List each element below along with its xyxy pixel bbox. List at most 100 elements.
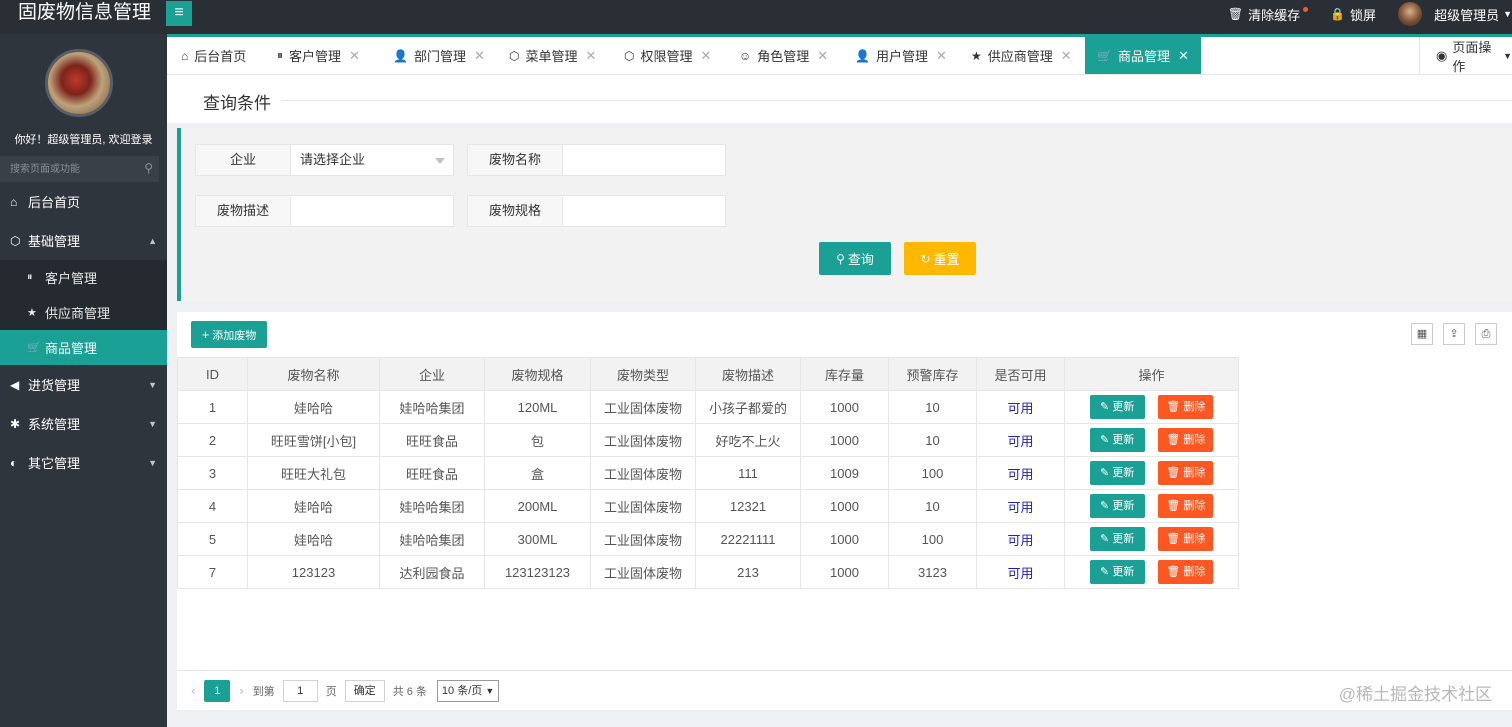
tab-permissions[interactable]: ⬡ 权限管理 ✕	[612, 37, 723, 74]
waste-desc-field: 废物描述	[195, 195, 454, 227]
company-select[interactable]: 请选择企业	[290, 144, 454, 176]
column-header[interactable]: 废物描述	[695, 357, 801, 391]
column-header[interactable]: 废物名称	[247, 357, 380, 391]
sidebar-submenu: ⏸ 客户管理 ★ 供应商管理 🛒 商品管理	[0, 260, 167, 365]
lock-screen-button[interactable]: 🔒 锁屏	[1330, 5, 1376, 24]
delete-button[interactable]: 🗑 删除	[1158, 395, 1214, 419]
waste-desc-label: 废物描述	[195, 195, 290, 227]
chevron-down-icon: ▼	[148, 418, 157, 429]
sidebar-item-suppliers[interactable]: ★ 供应商管理	[0, 295, 167, 330]
tab-roles[interactable]: ☺ 角色管理 ✕	[727, 37, 840, 74]
tab-goods[interactable]: 🛒 商品管理 ✕	[1085, 37, 1201, 74]
user-menu[interactable]: 超级管理员 ▼	[1398, 2, 1512, 26]
waste-desc-input[interactable]	[290, 195, 454, 227]
table-cell: 小孩子都爱的	[695, 390, 801, 424]
query-title: 查询条件	[203, 94, 271, 113]
table-cell: 3	[177, 456, 248, 490]
sidebar-item-home[interactable]: ⌂ 后台首页	[0, 182, 167, 221]
close-icon[interactable]: ✕	[586, 48, 597, 64]
update-button[interactable]: ✎ 更新	[1089, 395, 1145, 419]
add-waste-button[interactable]: + 添加废物	[191, 321, 267, 348]
column-header[interactable]: 废物类型	[590, 357, 696, 391]
hamburger-icon[interactable]: ≡	[166, 1, 192, 26]
close-icon[interactable]: ✕	[349, 48, 360, 64]
close-icon[interactable]: ✕	[701, 48, 712, 64]
page-size-select[interactable]: 10 条/页 ▼	[436, 679, 500, 702]
column-header: 操作	[1064, 357, 1239, 391]
tab-label: 后台首页	[194, 49, 247, 64]
current-page[interactable]: 1	[204, 679, 231, 702]
table-cell: 1000	[800, 423, 889, 457]
table-cell: 123123123	[484, 555, 591, 589]
delete-button[interactable]: 🗑 删除	[1158, 527, 1214, 551]
cube-icon: ⬡	[10, 233, 21, 248]
sidebar-item-goods[interactable]: 🛒 商品管理	[0, 330, 167, 365]
column-header[interactable]: 是否可用	[976, 357, 1065, 391]
waste-spec-input[interactable]	[562, 195, 726, 227]
column-header[interactable]: 企业	[379, 357, 485, 391]
tab-home[interactable]: ⌂ 后台首页	[169, 37, 258, 74]
sidebar: 你好！超级管理员, 欢迎登录 ⚲ ⌂ 后台首页 ⬡ 基础管理 ▲ ⏸ 客户管理 …	[0, 34, 167, 727]
search-icon[interactable]: ⚲	[144, 161, 153, 175]
waste-name-input[interactable]	[562, 144, 726, 176]
update-button[interactable]: ✎ 更新	[1089, 428, 1145, 452]
tab-suppliers[interactable]: ★ 供应商管理 ✕	[959, 37, 1084, 74]
delete-label: 删除	[1183, 401, 1206, 413]
tab-users[interactable]: 👤 用户管理 ✕	[843, 37, 959, 74]
delete-button[interactable]: 🗑 删除	[1158, 494, 1214, 518]
column-header[interactable]: 废物规格	[484, 357, 591, 391]
sidebar-item-other[interactable]: ◐ 其它管理 ▼	[0, 443, 167, 482]
delete-button[interactable]: 🗑 删除	[1158, 560, 1214, 584]
reset-button[interactable]: ↻ 重置	[904, 242, 976, 275]
columns-filter-icon[interactable]: ▦	[1411, 323, 1433, 345]
update-button[interactable]: ✎ 更新	[1089, 461, 1145, 485]
watermark: @稀土掘金技术社区	[1338, 685, 1492, 704]
page-operations-button[interactable]: ◉ 页面操作 ▼	[1419, 37, 1512, 74]
pencil-icon: ✎	[1100, 500, 1113, 512]
clear-cache-button[interactable]: 🗑 清除缓存	[1228, 5, 1309, 24]
prev-page-icon[interactable]: ‹	[191, 683, 195, 698]
table-cell: 工业固体废物	[590, 522, 696, 556]
close-icon[interactable]: ✕	[817, 48, 828, 64]
tab-customers[interactable]: ⏸ 客户管理 ✕	[265, 37, 372, 74]
radio-dot-icon: ◉	[1436, 47, 1448, 63]
close-icon[interactable]: ✕	[936, 48, 947, 64]
next-page-icon[interactable]: ›	[239, 683, 243, 698]
page-unit-label: 页	[325, 685, 337, 698]
sidebar-item-basic[interactable]: ⬡ 基础管理 ▲	[0, 221, 167, 260]
sidebar-item-system[interactable]: ✱ 系统管理 ▼	[0, 404, 167, 443]
column-header[interactable]: 库存量	[800, 357, 889, 391]
goto-page-input[interactable]: 1	[282, 679, 318, 702]
close-icon[interactable]: ✕	[1178, 48, 1189, 64]
plus-icon: +	[201, 327, 210, 342]
update-button[interactable]: ✎ 更新	[1089, 527, 1145, 551]
waste-spec-field: 废物规格	[467, 195, 726, 227]
print-icon[interactable]: ⎙	[1475, 323, 1497, 345]
cart-icon: 🛒	[1097, 48, 1112, 63]
tab-menus[interactable]: ⬡ 菜单管理 ✕	[497, 37, 608, 74]
tab-departments[interactable]: 👤 部门管理 ✕	[381, 37, 497, 74]
app-title: 固废物信息管理	[18, 2, 152, 23]
update-button[interactable]: ✎ 更新	[1089, 560, 1145, 584]
column-header[interactable]: 预警库存	[888, 357, 977, 391]
table-cell: 工业固体废物	[590, 390, 696, 424]
close-icon[interactable]: ✕	[474, 48, 485, 64]
sidebar-search-input[interactable]	[0, 156, 159, 182]
table-cell: 213	[695, 555, 801, 589]
table-cell: 旺旺食品	[379, 456, 485, 490]
sidebar-item-customers[interactable]: ⏸ 客户管理	[0, 260, 167, 295]
actions-cell: ✎ 更新 🗑 删除	[1064, 555, 1239, 589]
delete-button[interactable]: 🗑 删除	[1158, 461, 1214, 485]
sidebar-item-purchase[interactable]: ◀ 进货管理 ▼	[0, 365, 167, 404]
update-label: 更新	[1112, 467, 1135, 479]
delete-button[interactable]: 🗑 删除	[1158, 428, 1214, 452]
close-icon[interactable]: ✕	[1061, 48, 1072, 64]
clear-cache-label: 清除缓存	[1248, 7, 1301, 23]
goto-confirm-button[interactable]: 确定	[344, 679, 385, 702]
delete-label: 删除	[1183, 467, 1206, 479]
update-button[interactable]: ✎ 更新	[1089, 494, 1145, 518]
column-header[interactable]: ID	[177, 357, 248, 391]
search-button[interactable]: ⚲ 查询	[819, 242, 891, 275]
export-icon[interactable]: ⇪	[1443, 323, 1465, 345]
trash-icon: 🗑	[1166, 566, 1184, 578]
